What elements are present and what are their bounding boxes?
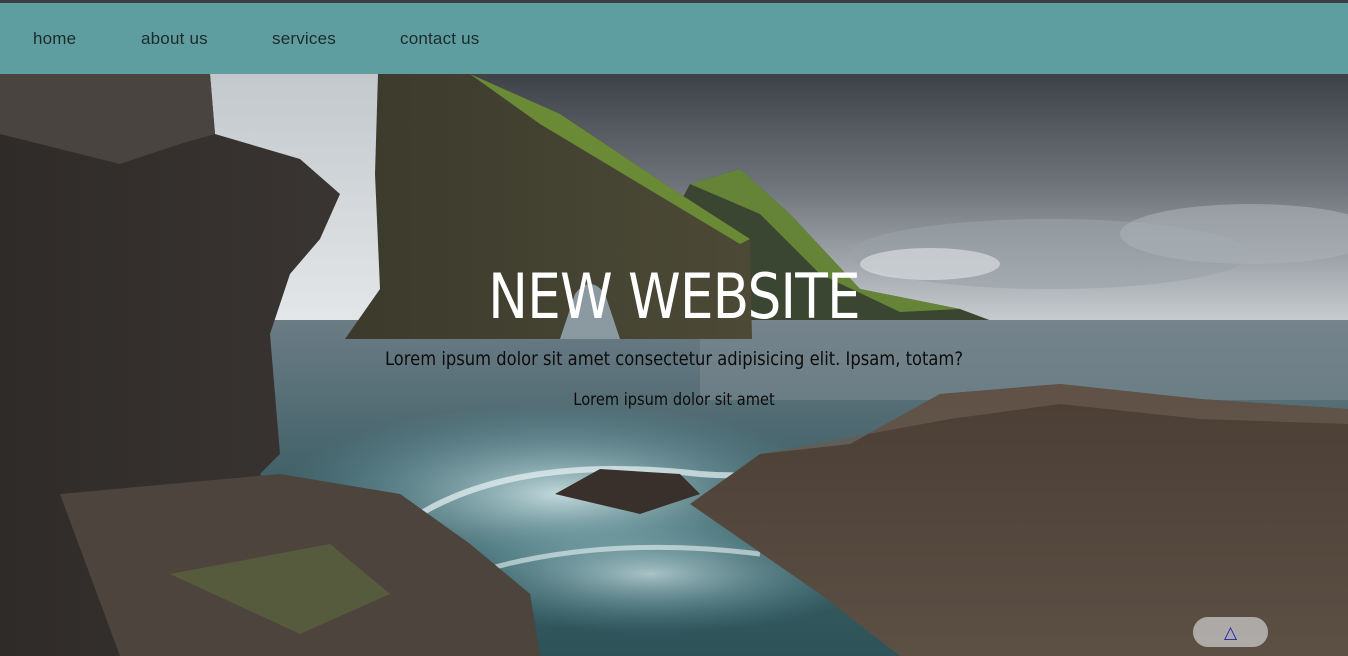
nav-about-us[interactable]: about us xyxy=(141,29,208,49)
scroll-to-top-button[interactable]: △ xyxy=(1193,617,1268,647)
nav-contact-us[interactable]: contact us xyxy=(400,29,480,49)
hero-subtitle: Lorem ipsum dolor sit amet consectetur a… xyxy=(384,348,964,370)
hero-title: NEW WEBSITE xyxy=(488,260,861,333)
hero-section: NEW WEBSITE Lorem ipsum dolor sit amet c… xyxy=(0,74,1348,656)
triangle-up-icon: △ xyxy=(1223,622,1238,642)
hero-tagline: Lorem ipsum dolor sit amet xyxy=(573,390,775,410)
navbar: home about us services contact us xyxy=(0,3,1348,74)
nav-services[interactable]: services xyxy=(272,29,336,49)
nav-home[interactable]: home xyxy=(33,29,76,49)
